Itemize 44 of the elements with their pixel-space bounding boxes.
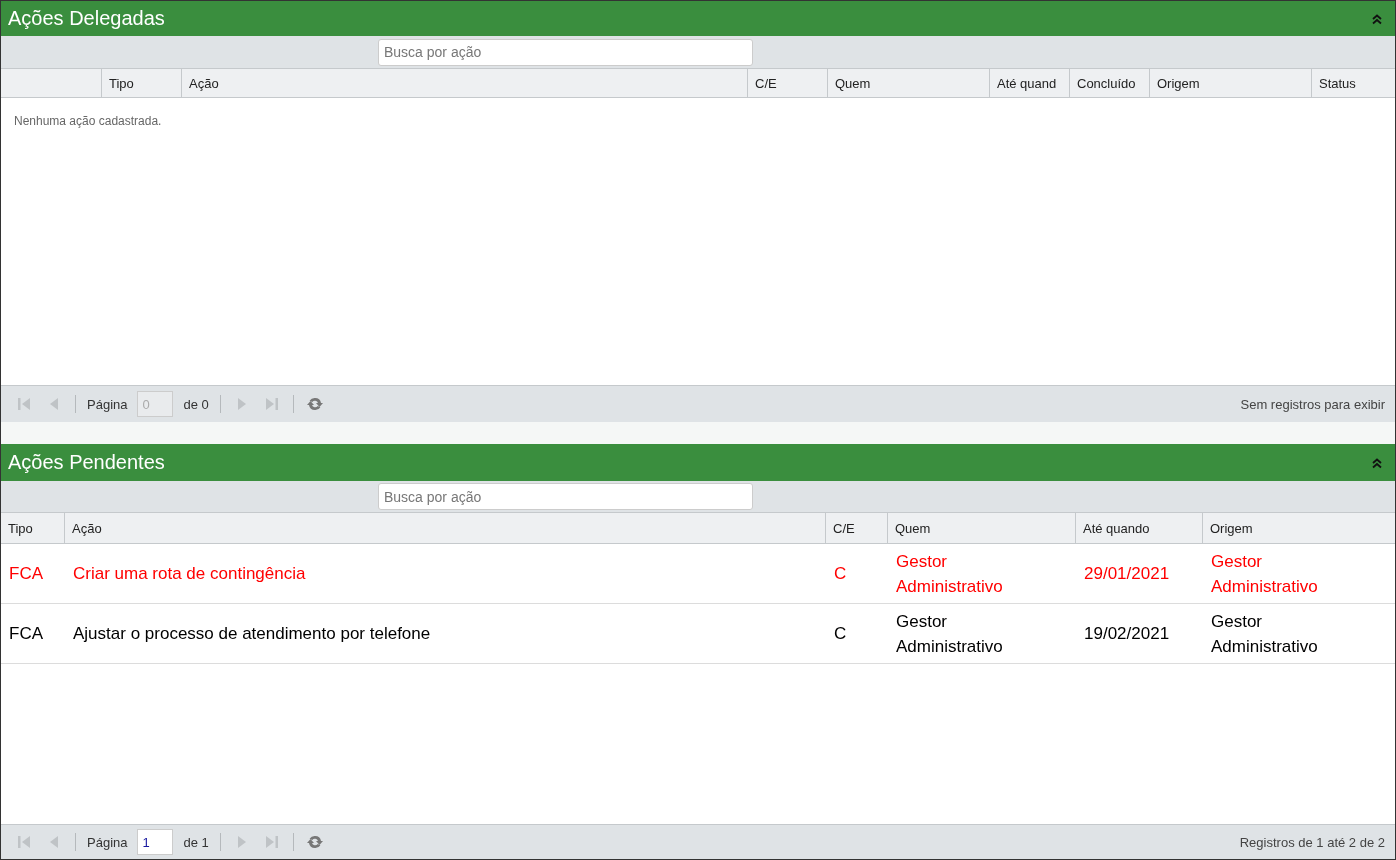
refresh-icon[interactable] — [306, 834, 323, 850]
table-cell-text: FCA — [8, 563, 44, 585]
table-cell-text: C — [833, 563, 848, 585]
records-summary: Sem registros para exibir — [1240, 396, 1385, 412]
page-field[interactable]: 1 — [137, 829, 174, 855]
collapse-icon[interactable] — [1371, 12, 1383, 25]
collapse-icon[interactable] — [1371, 456, 1383, 469]
page-label: Página — [87, 834, 128, 850]
table-cell-text: C — [833, 623, 848, 645]
column-header[interactable]: Até quand — [990, 69, 1070, 97]
column-header[interactable]: Tipo — [102, 69, 182, 97]
column-header[interactable]: Origem — [1203, 513, 1395, 543]
records-summary: Registros de 1 até 2 de 2 — [1239, 834, 1385, 850]
page-count: de 0 — [183, 396, 209, 412]
page-label: Página — [87, 396, 128, 412]
column-header[interactable]: Até quando — [1076, 513, 1203, 543]
column-header[interactable]: C/E — [748, 69, 828, 97]
table-cell-text: 19/02/2021 — [1083, 623, 1171, 645]
column-header[interactable]: C/E — [826, 513, 888, 543]
table-cell-text: 29/01/2021 — [1083, 563, 1171, 585]
table-cell-text: Gestor Administrativo — [895, 610, 1004, 658]
page-count: de 1 — [183, 834, 209, 850]
search-field[interactable]: Busca por ação — [378, 38, 753, 66]
table-cell-text: Ajustar o processo de atendimento por telefone — [72, 623, 432, 645]
panel-title: Ações Pendentes — [8, 451, 165, 474]
empty-message: Nenhuma ação cadastrada. — [13, 113, 163, 130]
table-cell-text: Gestor Administrativo — [895, 550, 1004, 598]
panel-title: Ações Delegadas — [8, 7, 165, 30]
column-header[interactable]: Ação — [182, 69, 748, 97]
table-row[interactable]: FCA Ajustar o processo de atendimento por telefone C Gestor Administrativo 19/02/2021 Gestor Administrativo — [1, 604, 1395, 664]
refresh-icon[interactable] — [306, 396, 323, 412]
column-header[interactable]: Origem — [1150, 69, 1312, 97]
search-field[interactable]: Busca por ação — [378, 483, 753, 510]
table-row[interactable]: FCA Criar uma rota de contingência C Gestor Administrativo 29/01/2021 Gestor Administrativo — [1, 544, 1395, 604]
table-cell-text: Criar uma rota de contingência — [72, 563, 307, 585]
column-header[interactable]: Concluído — [1070, 69, 1150, 97]
table-cell-text: Gestor Administrativo — [1210, 550, 1319, 598]
table-cell-text: Gestor Administrativo — [1210, 610, 1319, 658]
column-header[interactable]: Quem — [828, 69, 990, 97]
column-header[interactable]: Quem — [888, 513, 1076, 543]
table-cell-text: FCA — [8, 623, 44, 645]
column-header[interactable]: Tipo — [1, 513, 65, 543]
column-header[interactable]: Status — [1312, 69, 1395, 97]
column-header[interactable]: Ação — [65, 513, 826, 543]
